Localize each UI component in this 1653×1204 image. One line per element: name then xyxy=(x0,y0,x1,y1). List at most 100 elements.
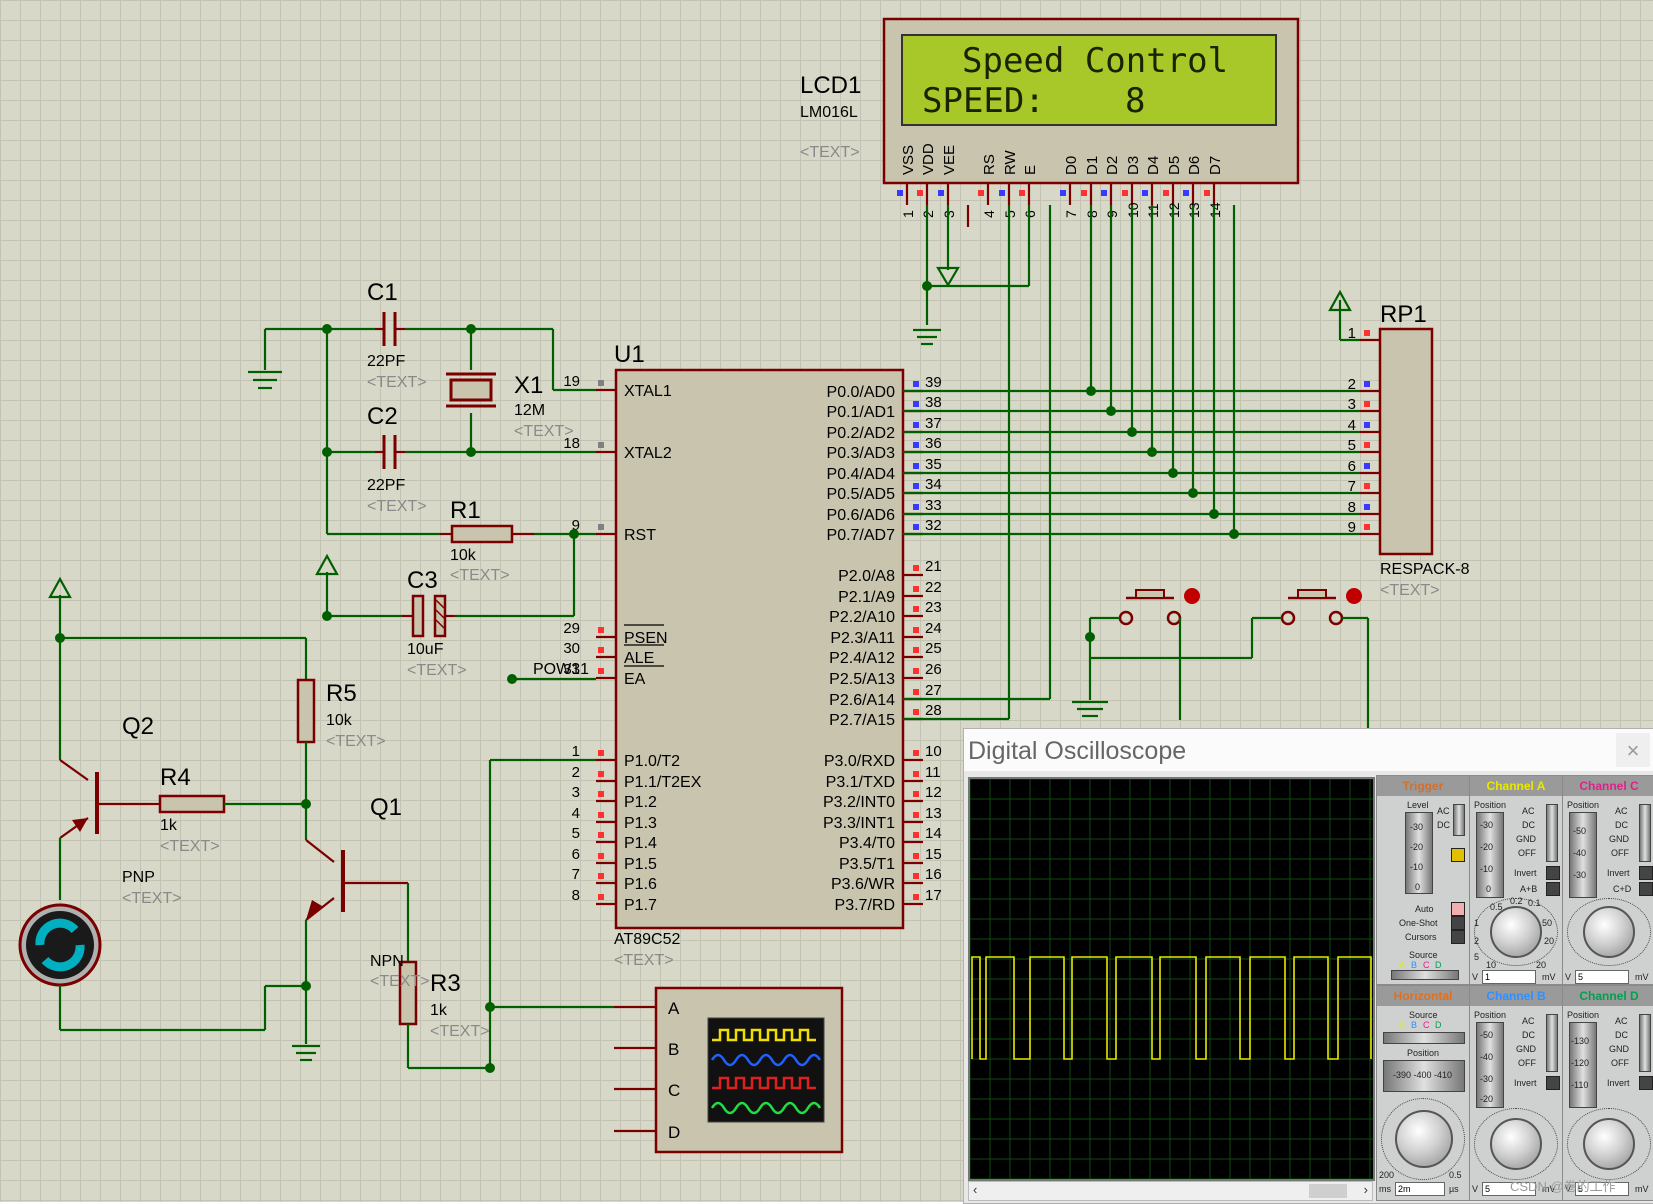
lcd-pin-name: VSS xyxy=(900,145,917,175)
data-bus-wires xyxy=(903,205,1360,721)
channel-a-apb-button[interactable] xyxy=(1546,882,1560,896)
scroll-right-icon[interactable]: › xyxy=(1364,1182,1368,1197)
channel-b-volts-knob[interactable] xyxy=(1490,1118,1542,1170)
channel-b-panel: Channel B Position -50 -40 -30 -20 AC DC… xyxy=(1469,985,1563,1201)
r4-value: 1k xyxy=(160,817,178,834)
mcu-pin-name: P1.2 xyxy=(624,794,657,811)
q1-type: NPN xyxy=(370,953,404,970)
lcd-pin-name: RW xyxy=(1002,149,1019,175)
mcu-pin-number: 2 xyxy=(572,764,580,781)
trigger-dc[interactable]: DC xyxy=(1437,820,1450,830)
pin-state-marker xyxy=(1364,401,1370,407)
channel-c-panel: Channel C Position -50 -40 -30 AC DC GND… xyxy=(1562,775,1653,985)
mcu-pin-name: P3.0/RXD xyxy=(824,753,895,770)
mcu-pin-number: 8 xyxy=(572,887,580,904)
channel-a-invert-button[interactable] xyxy=(1546,866,1560,880)
mcu-pin-name: P0.1/AD1 xyxy=(827,404,896,421)
trigger-source-label: Source xyxy=(1409,950,1438,960)
pin-state-marker xyxy=(913,791,919,797)
scope-symbol[interactable]: A B C D xyxy=(614,986,844,1154)
pin-state-marker xyxy=(1204,190,1210,196)
q2-type: PNP xyxy=(122,869,155,886)
trigger-coupling-switch[interactable] xyxy=(1453,804,1465,836)
channel-d-volts-knob[interactable] xyxy=(1583,1118,1635,1170)
mcu-pin-name: RST xyxy=(624,527,656,544)
pin-state-marker xyxy=(913,586,919,592)
trigger-panel: Trigger Level -30 -20 -10 0 AC DC Auto O… xyxy=(1376,775,1470,985)
mcu-pin-name: P3.3/INT1 xyxy=(823,815,895,832)
lcd-ref: LCD1 xyxy=(800,72,861,99)
pin-state-marker xyxy=(1364,463,1370,469)
c2-ref: C2 xyxy=(367,403,398,430)
trigger-cursors-button[interactable] xyxy=(1451,930,1465,944)
pin-state-marker xyxy=(598,524,604,530)
mcu-pin-number: 37 xyxy=(925,415,942,432)
mcu-pin-number: 22 xyxy=(925,579,942,596)
mcu-pin-name: P2.2/A10 xyxy=(829,609,895,626)
mcu-pin-name: P2.0/A8 xyxy=(838,568,895,585)
channel-b-invert-button[interactable] xyxy=(1546,1076,1560,1090)
pin-state-marker xyxy=(1163,190,1169,196)
mcu-pin-name: P3.2/INT0 xyxy=(823,794,895,811)
oscilloscope-screen[interactable] xyxy=(968,777,1375,1181)
pin-state-marker xyxy=(913,504,919,510)
horizontal-timebase-knob[interactable] xyxy=(1395,1110,1453,1168)
mcu-pin-name: P2.7/A15 xyxy=(829,712,895,729)
mcu-pin-number: 26 xyxy=(925,661,942,678)
pin-state-marker xyxy=(598,627,604,633)
lcd-pin-number: 1 xyxy=(900,210,916,218)
channel-a-coupling-switch[interactable] xyxy=(1546,804,1558,862)
scroll-thumb[interactable] xyxy=(1309,1184,1347,1198)
channel-c-cpd-button[interactable] xyxy=(1639,882,1653,896)
r1-text: <TEXT> xyxy=(450,567,510,584)
trigger-edge-button[interactable] xyxy=(1451,848,1465,862)
x1-text: <TEXT> xyxy=(514,423,574,440)
oscilloscope-window[interactable]: Digital Oscilloscope × ‹ › Trigger Level… xyxy=(963,728,1653,1204)
mcu-pin-name: P2.4/A12 xyxy=(829,650,895,667)
horizontal-source-slider[interactable] xyxy=(1383,1032,1465,1044)
pin-state-marker xyxy=(1364,442,1370,448)
lcd-lm016l[interactable]: Speed Control SPEED: 8 VSS1VDD2VEE3RS4RW… xyxy=(882,17,1300,218)
channel-d-invert-button[interactable] xyxy=(1639,1076,1653,1090)
scope-symbol-screen xyxy=(707,1017,825,1123)
channel-d-coupling-switch[interactable] xyxy=(1639,1014,1651,1072)
channel-c-coupling-switch[interactable] xyxy=(1639,804,1651,862)
c1-value: 22PF xyxy=(367,353,405,370)
r3-value: 1k xyxy=(430,1002,448,1019)
respack-rp1[interactable]: 123456789 xyxy=(1348,325,1434,556)
pushbutton-2[interactable] xyxy=(1250,588,1370,728)
pushbutton-1[interactable] xyxy=(1072,588,1252,720)
scroll-left-icon[interactable]: ‹ xyxy=(973,1182,977,1197)
scope-ch-a: A xyxy=(668,999,680,1018)
mcu-pin-name: P1.4 xyxy=(624,835,657,852)
channel-b-coupling-switch[interactable] xyxy=(1546,1014,1558,1072)
trigger-ac[interactable]: AC xyxy=(1437,806,1450,816)
pin-state-marker xyxy=(598,647,604,653)
channel-c-invert-button[interactable] xyxy=(1639,866,1653,880)
close-button[interactable]: × xyxy=(1616,733,1650,767)
channel-a-panel: Channel A Position -30 -20 -10 0 AC DC G… xyxy=(1469,775,1563,985)
mcu-text: <TEXT> xyxy=(614,952,674,969)
oscilloscope-scrollbar[interactable]: ‹ › xyxy=(968,1181,1373,1201)
lcd-pin-name: D3 xyxy=(1125,156,1142,175)
mcu-pin-number: 30 xyxy=(563,640,580,657)
pin-state-marker xyxy=(598,832,604,838)
pin-state-marker xyxy=(913,668,919,674)
trigger-auto-button[interactable] xyxy=(1451,902,1465,916)
trigger-one-shot-button[interactable] xyxy=(1451,916,1465,930)
mcu-pin-number: 32 xyxy=(925,517,942,534)
mcu-at89c52[interactable]: 19XTAL118XTAL29RST29PSEN30ALE31EA1P1.0/T… xyxy=(563,368,942,930)
mcu-pin-name: P3.5/T1 xyxy=(839,856,895,873)
lcd-pin-name: VDD xyxy=(920,143,937,175)
pin-state-marker xyxy=(1183,190,1189,196)
channel-c-volts-knob[interactable] xyxy=(1583,906,1635,958)
mcu-pin-name: XTAL2 xyxy=(624,445,672,462)
pin-state-marker xyxy=(913,647,919,653)
oscilloscope-titlebar[interactable]: Digital Oscilloscope × xyxy=(964,729,1653,771)
channel-c-header: Channel C xyxy=(1563,776,1653,796)
mcu-pin-number: 19 xyxy=(563,373,580,390)
trigger-header: Trigger xyxy=(1377,776,1469,796)
pin-state-marker xyxy=(913,483,919,489)
channel-a-volts-knob[interactable] xyxy=(1490,906,1542,958)
trigger-source-slider[interactable] xyxy=(1391,970,1459,980)
